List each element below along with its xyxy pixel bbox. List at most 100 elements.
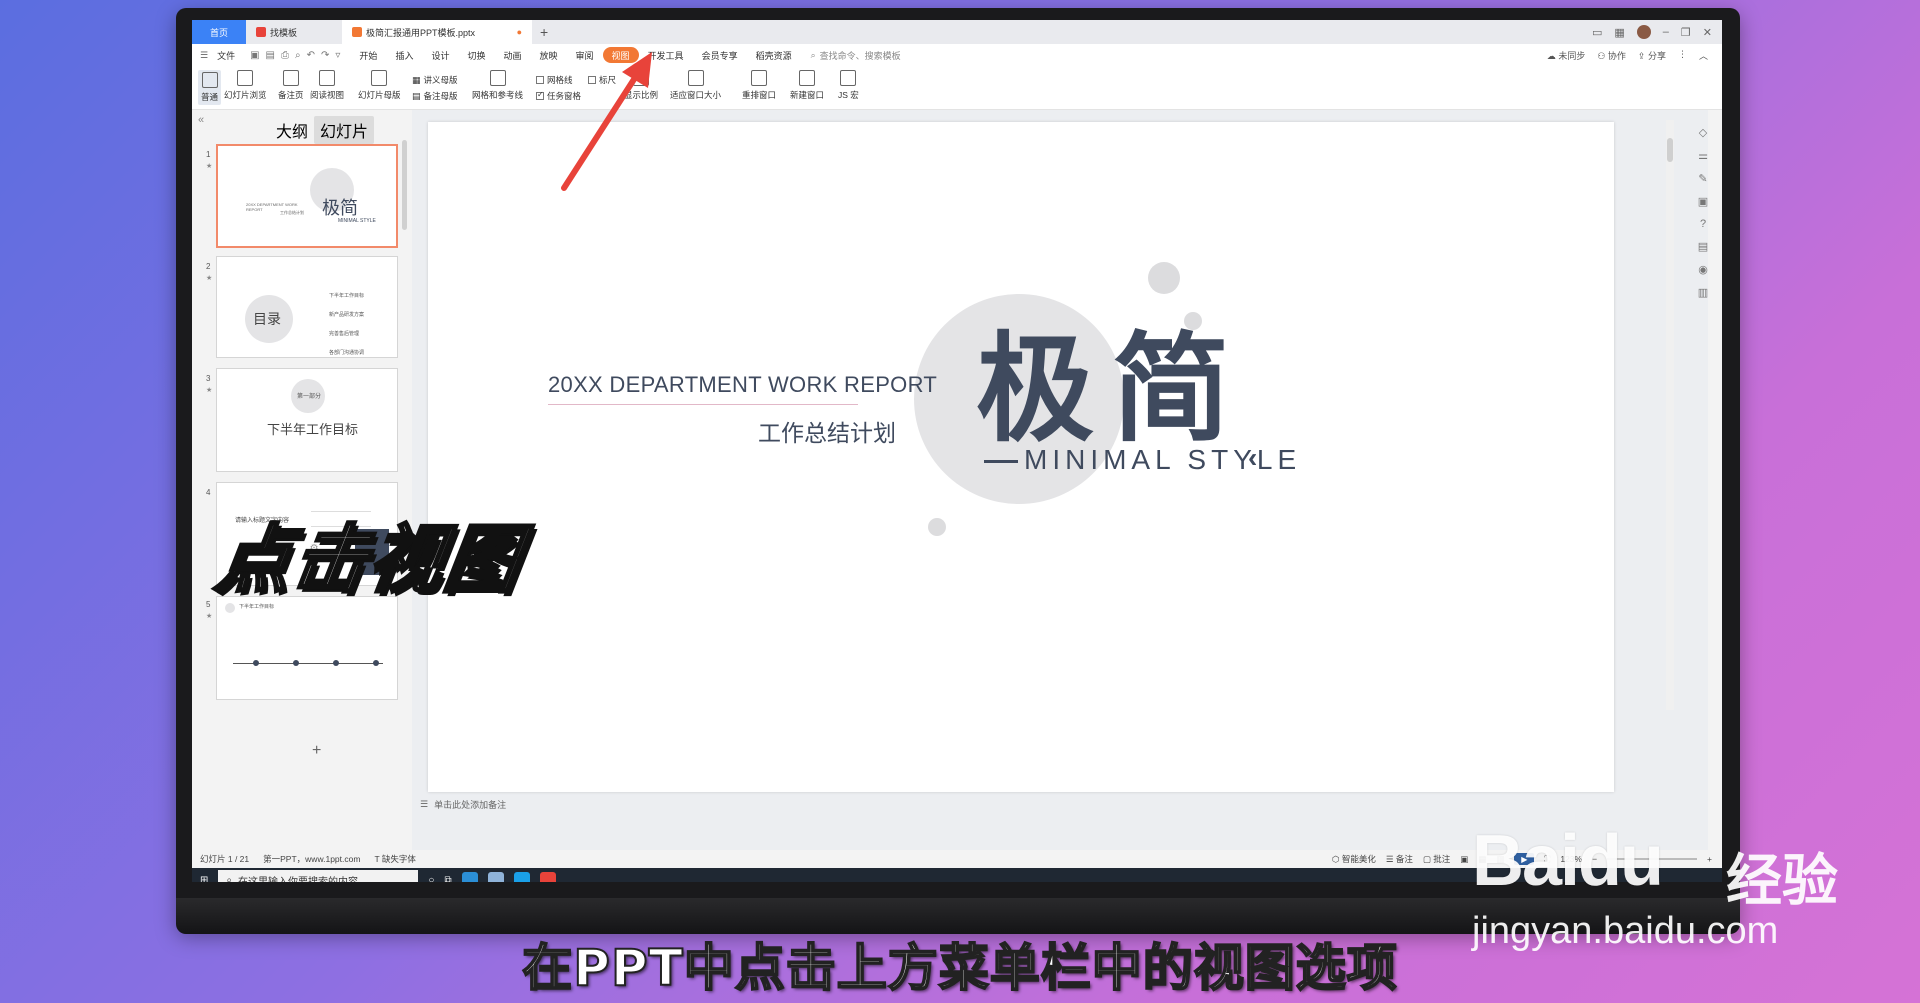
- canvas-scrollbar[interactable]: [1666, 120, 1674, 710]
- add-slide-button[interactable]: +: [312, 742, 321, 760]
- save-icon[interactable]: ▣: [250, 50, 259, 61]
- slide-master-label: 幻灯片母版: [358, 90, 401, 100]
- comments-toggle[interactable]: ▢ 批注: [1423, 853, 1450, 865]
- slide-thumbnail-5[interactable]: 下半年工作目标: [216, 596, 398, 700]
- grid-guides-button[interactable]: 网格和参考线: [472, 70, 523, 101]
- close-icon[interactable]: ✕: [1703, 26, 1712, 39]
- notes-master-icon: ▤: [412, 90, 421, 101]
- backup-icon[interactable]: ▤: [1698, 240, 1708, 253]
- share-button[interactable]: ⇪ 分享: [1638, 49, 1666, 62]
- layout-icon[interactable]: ▭: [1592, 26, 1602, 39]
- tab-document[interactable]: 极简汇报通用PPT模板.pptx ●: [342, 20, 532, 44]
- notes-toggle[interactable]: ☰ 备注: [1386, 853, 1413, 865]
- style-dash: [984, 460, 1018, 463]
- tab-templates[interactable]: 找模板: [246, 20, 342, 44]
- fit-window-button[interactable]: 适应窗口大小: [670, 70, 721, 101]
- wps-icon: [256, 27, 266, 37]
- notes-bar[interactable]: ☰ 单击此处添加备注: [412, 794, 1708, 814]
- style-text: MINIMAL STYLE: [1024, 444, 1302, 475]
- click-view-overlay: 点击视图: [210, 516, 529, 605]
- handout-master-label: 讲义母版: [423, 75, 458, 85]
- transition-icon[interactable]: ▣: [1698, 195, 1708, 208]
- js-macro-button[interactable]: JS 宏: [838, 70, 859, 101]
- notes-page-button[interactable]: 备注页: [278, 70, 304, 101]
- notes-master-button[interactable]: ▤ 备注母版: [412, 90, 458, 102]
- menu-docer[interactable]: 稻壳资源: [747, 47, 801, 63]
- current-slide[interactable]: 20XX DEPARTMENT WORK REPORT 工作总结计划 极简 MI…: [428, 122, 1614, 792]
- menu-design[interactable]: 设计: [422, 47, 458, 63]
- minimize-icon[interactable]: –: [1663, 26, 1669, 38]
- explorer-icon[interactable]: [487, 872, 504, 882]
- thumb-line2: 工作总结计划: [280, 210, 304, 215]
- missing-font-button[interactable]: T 缺失字体: [374, 853, 415, 865]
- new-tab-button[interactable]: +: [532, 20, 556, 44]
- slide-thumbnail-1[interactable]: 极简 20XX DEPARTMENT WORK REPORT 工作总结计划 MI…: [216, 144, 398, 248]
- collapse-ribbon-icon[interactable]: ︿: [1699, 49, 1708, 62]
- tab-home[interactable]: 首页: [192, 20, 246, 44]
- feishu-icon[interactable]: [513, 872, 530, 882]
- redo-icon[interactable]: ↷: [321, 50, 329, 61]
- edge-icon[interactable]: [461, 872, 478, 882]
- beautify-button[interactable]: ⬡ 智能美化: [1332, 853, 1376, 865]
- command-search[interactable]: ⌕ 查找命令、搜索模板: [811, 49, 901, 62]
- slide-thumbnail-3[interactable]: 第一部分 下半年工作目标: [216, 368, 398, 472]
- taskbar-search[interactable]: ⌕ 在这里输入你要搜索的内容: [218, 870, 419, 882]
- handout-master-button[interactable]: ▦ 讲义母版: [412, 74, 458, 86]
- menu-hamburger-icon[interactable]: ☰: [200, 50, 208, 61]
- menu-animation[interactable]: 动画: [494, 47, 530, 63]
- undo-icon[interactable]: ↶: [307, 50, 315, 61]
- normal-view-button[interactable]: 普通: [198, 70, 222, 105]
- new-window-button[interactable]: 新建窗口: [790, 70, 824, 101]
- customize-icon[interactable]: ▿: [335, 50, 340, 61]
- cortana-icon[interactable]: ○: [428, 875, 434, 883]
- fit-window-icon: [687, 70, 704, 86]
- properties-icon[interactable]: ⚌: [1698, 149, 1708, 162]
- sync-button[interactable]: ☁ 未同步: [1547, 49, 1586, 62]
- book-icon[interactable]: ▥: [1698, 286, 1708, 299]
- menu-transition[interactable]: 切换: [458, 47, 494, 63]
- menu-insert[interactable]: 插入: [386, 47, 422, 63]
- task-view-icon[interactable]: ⧉: [444, 875, 451, 883]
- collapse-panel-icon[interactable]: «: [198, 114, 204, 126]
- print-icon[interactable]: ⎙: [281, 50, 289, 61]
- thumb-number: 4: [206, 488, 211, 497]
- wps-taskbar-icon[interactable]: [539, 872, 556, 882]
- comments-toggle-label: 批注: [1433, 854, 1451, 864]
- tab-slides[interactable]: 幻灯片: [314, 116, 375, 144]
- quick-access-toolbar: ▣ ▤ ⎙ ⌕ ↶ ↷ ▿: [250, 50, 340, 61]
- windows-start-icon[interactable]: ⊞: [200, 875, 208, 883]
- zoom-in-icon[interactable]: +: [1707, 854, 1712, 864]
- thumbnail-scrollbar[interactable]: [402, 140, 407, 230]
- preview-icon[interactable]: ⌕: [295, 50, 301, 61]
- menu-home[interactable]: 开始: [350, 47, 386, 63]
- pin-icon[interactable]: ✎: [1698, 172, 1707, 185]
- slide-master-button[interactable]: 幻灯片母版: [358, 70, 401, 101]
- command-search-placeholder: 查找命令、搜索模板: [819, 50, 901, 61]
- reading-view-button[interactable]: 阅读视图: [310, 70, 344, 101]
- design-icon[interactable]: ◇: [1699, 126, 1707, 139]
- slide-sorter-label: 幻灯片浏览: [224, 90, 267, 100]
- location-icon[interactable]: ◉: [1698, 263, 1708, 276]
- normal-view-icon: [201, 72, 218, 88]
- canvas-scroll-thumb[interactable]: [1667, 138, 1673, 162]
- menu-file[interactable]: 文件: [208, 47, 244, 63]
- slide-thumbnail-2[interactable]: 目录 下半年工作目标 新产品研发方案 完善售后管理 各部门沟通协调: [216, 256, 398, 358]
- apps-grid-icon[interactable]: ▦: [1614, 26, 1624, 39]
- help-icon[interactable]: ?: [1700, 218, 1706, 230]
- avatar[interactable]: [1636, 25, 1651, 39]
- normal-view-status-icon[interactable]: ▣: [1460, 854, 1468, 865]
- tab-templates-label: 找模板: [270, 27, 298, 38]
- notes-toggle-label: 备注: [1395, 854, 1413, 864]
- collab-button[interactable]: ⚇ 协作: [1597, 49, 1626, 62]
- restore-icon[interactable]: ❐: [1681, 26, 1691, 39]
- menu-member[interactable]: 会员专享: [693, 47, 747, 63]
- more-icon[interactable]: ⋮: [1678, 49, 1687, 62]
- export-icon[interactable]: ▤: [266, 50, 275, 61]
- arrange-window-button[interactable]: 重排窗口: [742, 70, 776, 101]
- slide-sorter-button[interactable]: 幻灯片浏览: [224, 70, 267, 101]
- tab-outline[interactable]: 大纲: [270, 116, 314, 144]
- notes-page-icon: [282, 70, 299, 86]
- collab-label: 协作: [1607, 50, 1626, 61]
- share-label: 分享: [1647, 50, 1666, 61]
- task-pane-checkbox-box: [536, 90, 544, 100]
